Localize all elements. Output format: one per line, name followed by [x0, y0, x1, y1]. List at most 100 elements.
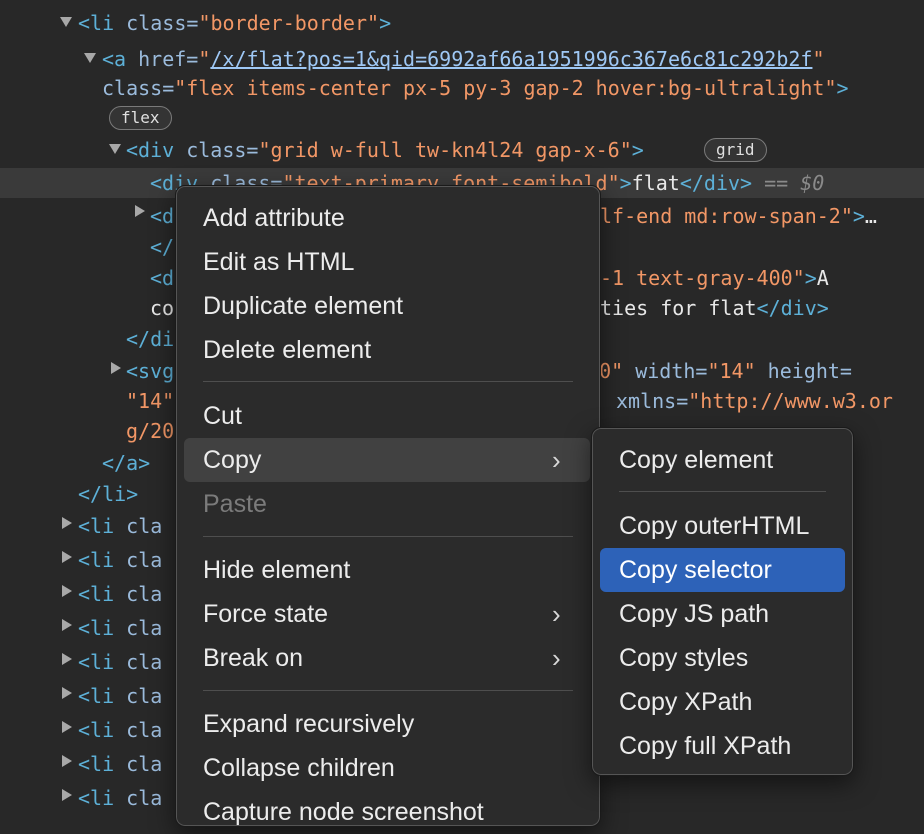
collapse-arrow-icon[interactable] — [62, 517, 72, 529]
dom-node-close-div: </di — [126, 322, 174, 356]
menu-copy[interactable]: Copy › — [184, 438, 590, 482]
submenu-copy-outerhtml[interactable]: Copy outerHTML — [600, 504, 845, 548]
dom-node-div-collapsed[interactable]: <d — [150, 199, 174, 233]
tag-name: li — [90, 514, 115, 538]
dom-node-li-collapsed[interactable]: <li cla — [78, 713, 162, 747]
collapse-arrow-icon[interactable] — [62, 653, 72, 665]
dom-node-svg[interactable]: <svg — [126, 354, 174, 388]
menu-label: Copy full XPath — [619, 732, 792, 760]
attr-name: height= — [755, 359, 852, 383]
collapse-arrow-icon[interactable] — [62, 619, 72, 631]
attr-name: cla — [114, 650, 163, 674]
tag-bracket: > — [804, 266, 817, 290]
collapse-arrow-icon[interactable] — [135, 205, 145, 217]
collapse-arrow-icon[interactable] — [62, 755, 72, 767]
attr-value: "http://www.w3.or — [688, 389, 893, 413]
dom-node-svg-tail: k-0" width="14" height= — [575, 354, 852, 388]
collapse-arrow-icon[interactable] — [62, 585, 72, 597]
menu-collapse-children[interactable]: Collapse children — [184, 746, 590, 790]
attr-value: "flex items-center px-5 py-3 gap-2 hover… — [174, 76, 837, 100]
dom-node-li-collapsed[interactable]: <li cla — [78, 781, 162, 815]
menu-cut[interactable]: Cut — [184, 394, 590, 438]
copy-submenu: Copy element Copy outerHTML Copy selecto… — [591, 427, 854, 776]
tag-bracket: < — [78, 514, 91, 538]
menu-add-attribute[interactable]: Add attribute — [184, 196, 590, 240]
menu-hide-element[interactable]: Hide element — [184, 548, 590, 592]
tag-bracket: < — [78, 684, 91, 708]
console-ref: $0 — [800, 171, 825, 195]
submenu-copy-js-path[interactable]: Copy JS path — [600, 592, 845, 636]
tag-bracket: < — [78, 582, 91, 606]
attr-value: -1 text-gray-400" — [600, 266, 805, 290]
ellipsis[interactable]: … — [865, 204, 877, 228]
submenu-copy-xpath[interactable]: Copy XPath — [600, 680, 845, 724]
menu-label: Expand recursively — [203, 710, 415, 738]
tag-bracket: < — [150, 171, 163, 195]
href-link[interactable]: /x/flat?pos=1&qid=6992af66a1951996c367e6… — [210, 47, 812, 71]
tag-bracket: </di — [126, 327, 175, 351]
dom-node-div-grid[interactable]: <div class="grid w-full tw-kn4l24 gap-x-… — [126, 133, 644, 167]
svg-cont-tail: xmlns="http://www.w3.or — [616, 384, 893, 418]
menu-label: Cut — [203, 402, 242, 430]
node-text: ties for flat — [600, 296, 757, 320]
menu-label: Edit as HTML — [203, 248, 355, 276]
menu-label: Copy JS path — [619, 600, 770, 628]
attr-value: g/20 — [126, 419, 175, 443]
node-text: flat — [631, 171, 680, 195]
menu-capture-node-screenshot[interactable]: Capture node screenshot — [184, 790, 590, 834]
dom-node-div-text[interactable]: <d — [150, 261, 174, 295]
tag-bracket: <d — [150, 266, 175, 290]
attr-value: "14" — [707, 359, 756, 383]
menu-force-state[interactable]: Force state › — [184, 592, 590, 636]
tag-bracket: <d — [150, 204, 175, 228]
tag-bracket: < — [78, 650, 91, 674]
attr-quote: " — [812, 47, 825, 71]
submenu-copy-element[interactable]: Copy element — [600, 438, 845, 482]
menu-label: Delete element — [203, 336, 372, 364]
menu-expand-recursively[interactable]: Expand recursively — [184, 702, 590, 746]
dom-node-li-collapsed[interactable]: <li cla — [78, 543, 162, 577]
menu-separator — [203, 690, 573, 691]
submenu-copy-styles[interactable]: Copy styles — [600, 636, 845, 680]
attr-name: cla — [114, 684, 163, 708]
dom-node-li-collapsed[interactable]: <li cla — [78, 747, 162, 781]
attr-name: xmlns= — [616, 389, 689, 413]
chevron-right-icon: › — [552, 599, 561, 629]
tag-name: div — [138, 138, 175, 162]
context-menu: Add attribute Edit as HTML Duplicate ele… — [175, 185, 601, 827]
dom-node-li-collapsed[interactable]: <li cla — [78, 679, 162, 713]
chevron-right-icon: › — [552, 445, 561, 475]
tag-bracket: > — [836, 76, 849, 100]
attr-value: "grid w-full tw-kn4l24 gap-x-6" — [258, 138, 632, 162]
submenu-copy-full-xpath[interactable]: Copy full XPath — [600, 724, 845, 768]
menu-edit-as-html[interactable]: Edit as HTML — [184, 240, 590, 284]
menu-label: Copy — [203, 446, 262, 474]
menu-label: Force state — [203, 600, 329, 628]
dom-node-li-collapsed[interactable]: <li cla — [78, 611, 162, 645]
menu-break-on[interactable]: Break on › — [184, 636, 590, 680]
menu-duplicate-element[interactable]: Duplicate element — [184, 284, 590, 328]
dom-node-li[interactable]: <li class="border-border"> — [78, 6, 391, 40]
collapse-arrow-icon[interactable] — [111, 362, 121, 374]
tag-name: li — [90, 786, 115, 810]
dom-node-li-collapsed[interactable]: <li cla — [78, 645, 162, 679]
collapse-arrow-icon[interactable] — [62, 721, 72, 733]
menu-delete-element[interactable]: Delete element — [184, 328, 590, 372]
grid-badge[interactable]: grid — [704, 138, 767, 162]
collapse-arrow-icon[interactable] — [62, 551, 72, 563]
dom-node-li-collapsed[interactable]: <li cla — [78, 577, 162, 611]
submenu-copy-selector[interactable]: Copy selector — [600, 548, 845, 592]
expand-arrow-icon[interactable] — [109, 144, 121, 154]
expand-arrow-icon[interactable] — [60, 17, 72, 27]
dom-node-a-class: class="flex items-center px-5 py-3 gap-2… — [102, 71, 849, 105]
collapse-arrow-icon[interactable] — [62, 687, 72, 699]
expand-arrow-icon[interactable] — [84, 53, 96, 63]
flex-badge[interactable]: flex — [109, 106, 172, 130]
collapse-arrow-icon[interactable] — [62, 789, 72, 801]
tag-name: li — [90, 548, 115, 572]
tag-bracket: < — [78, 752, 91, 776]
dom-node-li-collapsed[interactable]: <li cla — [78, 509, 162, 543]
menu-label: Copy styles — [619, 644, 749, 672]
attr-name: class= — [174, 138, 259, 162]
tag-bracket: < — [126, 138, 139, 162]
